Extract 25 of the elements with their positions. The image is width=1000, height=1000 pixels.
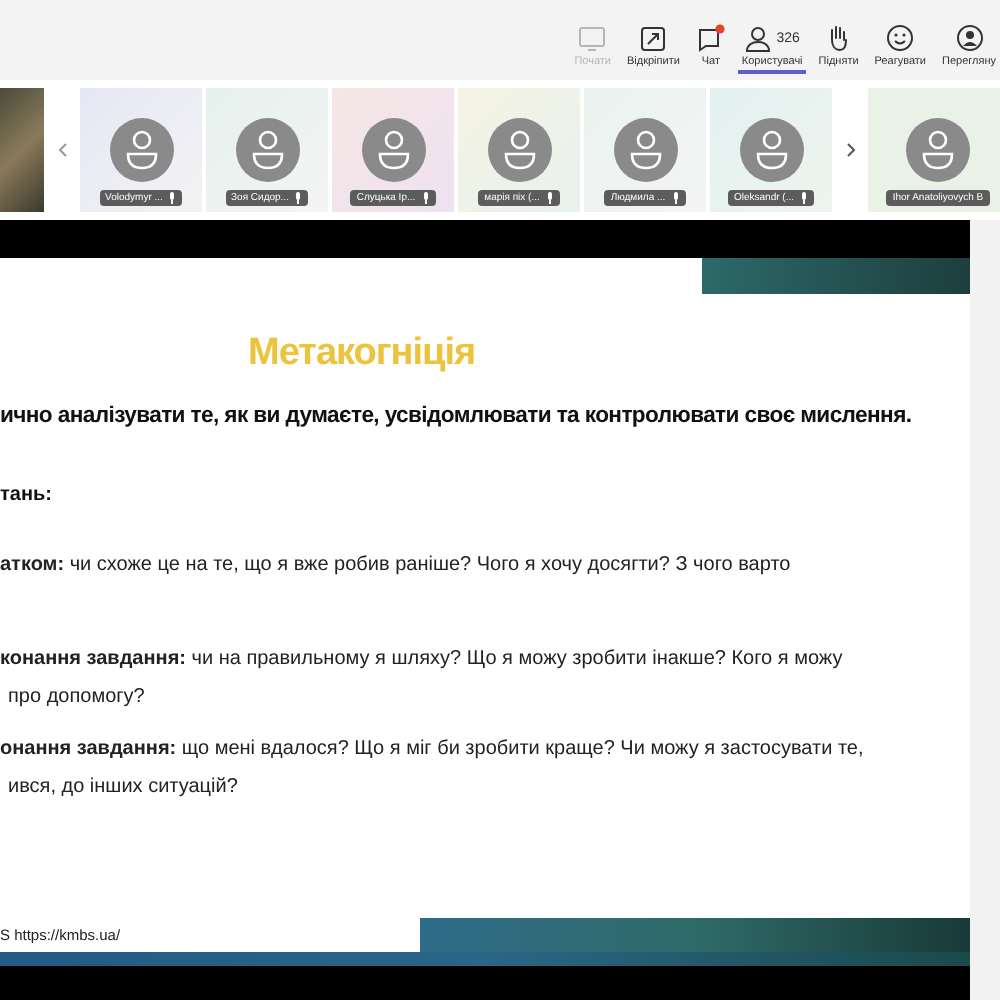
avatar-icon (739, 118, 803, 182)
unpin-icon (640, 25, 667, 51)
chat-icon (695, 24, 726, 52)
slide-text-line: про допомогу? (6, 686, 147, 708)
avatar-icon (361, 118, 425, 182)
person-circle-icon (955, 24, 983, 52)
raised-hand-icon (826, 24, 851, 52)
slide-text-line: атком: чи схоже це на те, що я вже робив раніше? Чого я хочу досягти? З чого варто (0, 554, 793, 576)
screen-share-icon (578, 25, 607, 51)
slide-lead-text: ично аналізувати те, як ви думаєте, усвідомлювати та контролювати своє мислення. (0, 404, 914, 428)
video-thumbnail (0, 88, 44, 212)
people-icon (744, 25, 773, 51)
chevron-right-icon (845, 142, 855, 158)
avatar-icon (613, 118, 677, 182)
avatar-icon (906, 118, 970, 182)
smiley-icon (886, 24, 915, 52)
slide-text-line: онання завдання: що мені вдалося? Що я міг би зробити краще? Чи можу я застосувати те, (0, 738, 866, 760)
slide-subheading: тань: (0, 484, 54, 506)
chevron-left-icon (57, 142, 67, 158)
slide-text-line: конання завдання: чи на правильному я шляху? Що я можу зробити інакше? Кого я можу (0, 648, 845, 670)
avatar-icon (109, 118, 173, 182)
slide-title: Метакогніція (248, 332, 478, 376)
avatar-icon (487, 118, 551, 182)
slide-text-line: ився, до інших ситуацій? (6, 776, 240, 798)
avatar-icon (235, 118, 299, 182)
